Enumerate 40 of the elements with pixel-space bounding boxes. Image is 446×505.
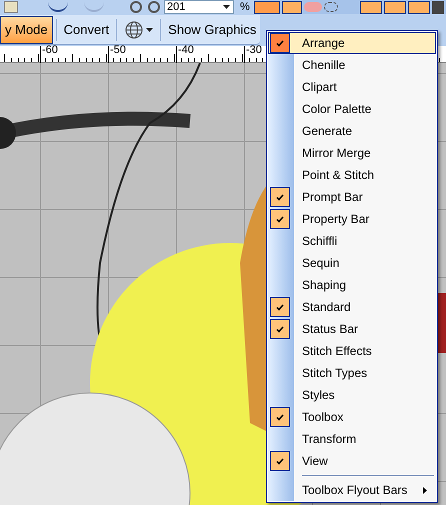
zoom-unit: % xyxy=(240,2,250,12)
menu-item[interactable]: Prompt Bar xyxy=(268,186,436,208)
toolbar-button[interactable]: Show Graphics xyxy=(164,16,260,44)
menu-item[interactable]: Transform xyxy=(268,428,436,450)
menu-item[interactable]: Color Palette xyxy=(268,98,436,120)
toolbar-button[interactable]: Convert xyxy=(60,16,114,44)
menu-item[interactable]: Shaping xyxy=(268,274,436,296)
ruler-label: -30 xyxy=(246,45,262,56)
zoom-field[interactable]: 201 xyxy=(164,0,234,14)
menu-item[interactable]: Stitch Types xyxy=(268,362,436,384)
menu-item[interactable]: Schiffli xyxy=(268,230,436,252)
tool-icon[interactable] xyxy=(324,2,338,12)
tool-icon[interactable] xyxy=(254,0,280,14)
menu-item[interactable]: Styles xyxy=(268,384,436,406)
menu-item[interactable]: Generate xyxy=(268,120,436,142)
globe-icon xyxy=(124,20,144,40)
menu-item[interactable]: Sequin xyxy=(268,252,436,274)
ruler-label: -50 xyxy=(110,45,126,56)
menu-item[interactable]: Standard xyxy=(268,296,436,318)
tool-icon[interactable] xyxy=(360,0,382,14)
ruler-label: -60 xyxy=(42,45,58,56)
ruler-label: -40 xyxy=(178,45,194,56)
submenu-arrow-icon xyxy=(423,486,427,494)
tool-icon[interactable] xyxy=(282,0,302,14)
toolbar-button[interactable]: y Mode xyxy=(0,16,53,44)
tool-icon[interactable] xyxy=(432,0,444,14)
menu-item[interactable]: Property Bar xyxy=(268,208,436,230)
menu-item[interactable]: Arrange xyxy=(268,32,436,54)
toolbar-icon[interactable] xyxy=(4,1,18,13)
menu-item[interactable]: Status Bar xyxy=(268,318,436,340)
dropdown-caret-icon[interactable] xyxy=(223,5,230,9)
caret-icon xyxy=(146,28,154,32)
menu-item[interactable]: Clipart xyxy=(268,76,436,98)
menu-item[interactable]: View xyxy=(268,450,436,472)
menu-item[interactable]: Toolbox xyxy=(268,406,436,428)
menu-item[interactable]: Chenille xyxy=(268,54,436,76)
menu-item[interactable]: Stitch Effects xyxy=(268,340,436,362)
menu-item[interactable]: Toolbox Flyout Bars xyxy=(268,479,436,501)
menu-item[interactable]: Mirror Merge xyxy=(268,142,436,164)
menu-item[interactable]: Point & Stitch xyxy=(268,164,436,186)
